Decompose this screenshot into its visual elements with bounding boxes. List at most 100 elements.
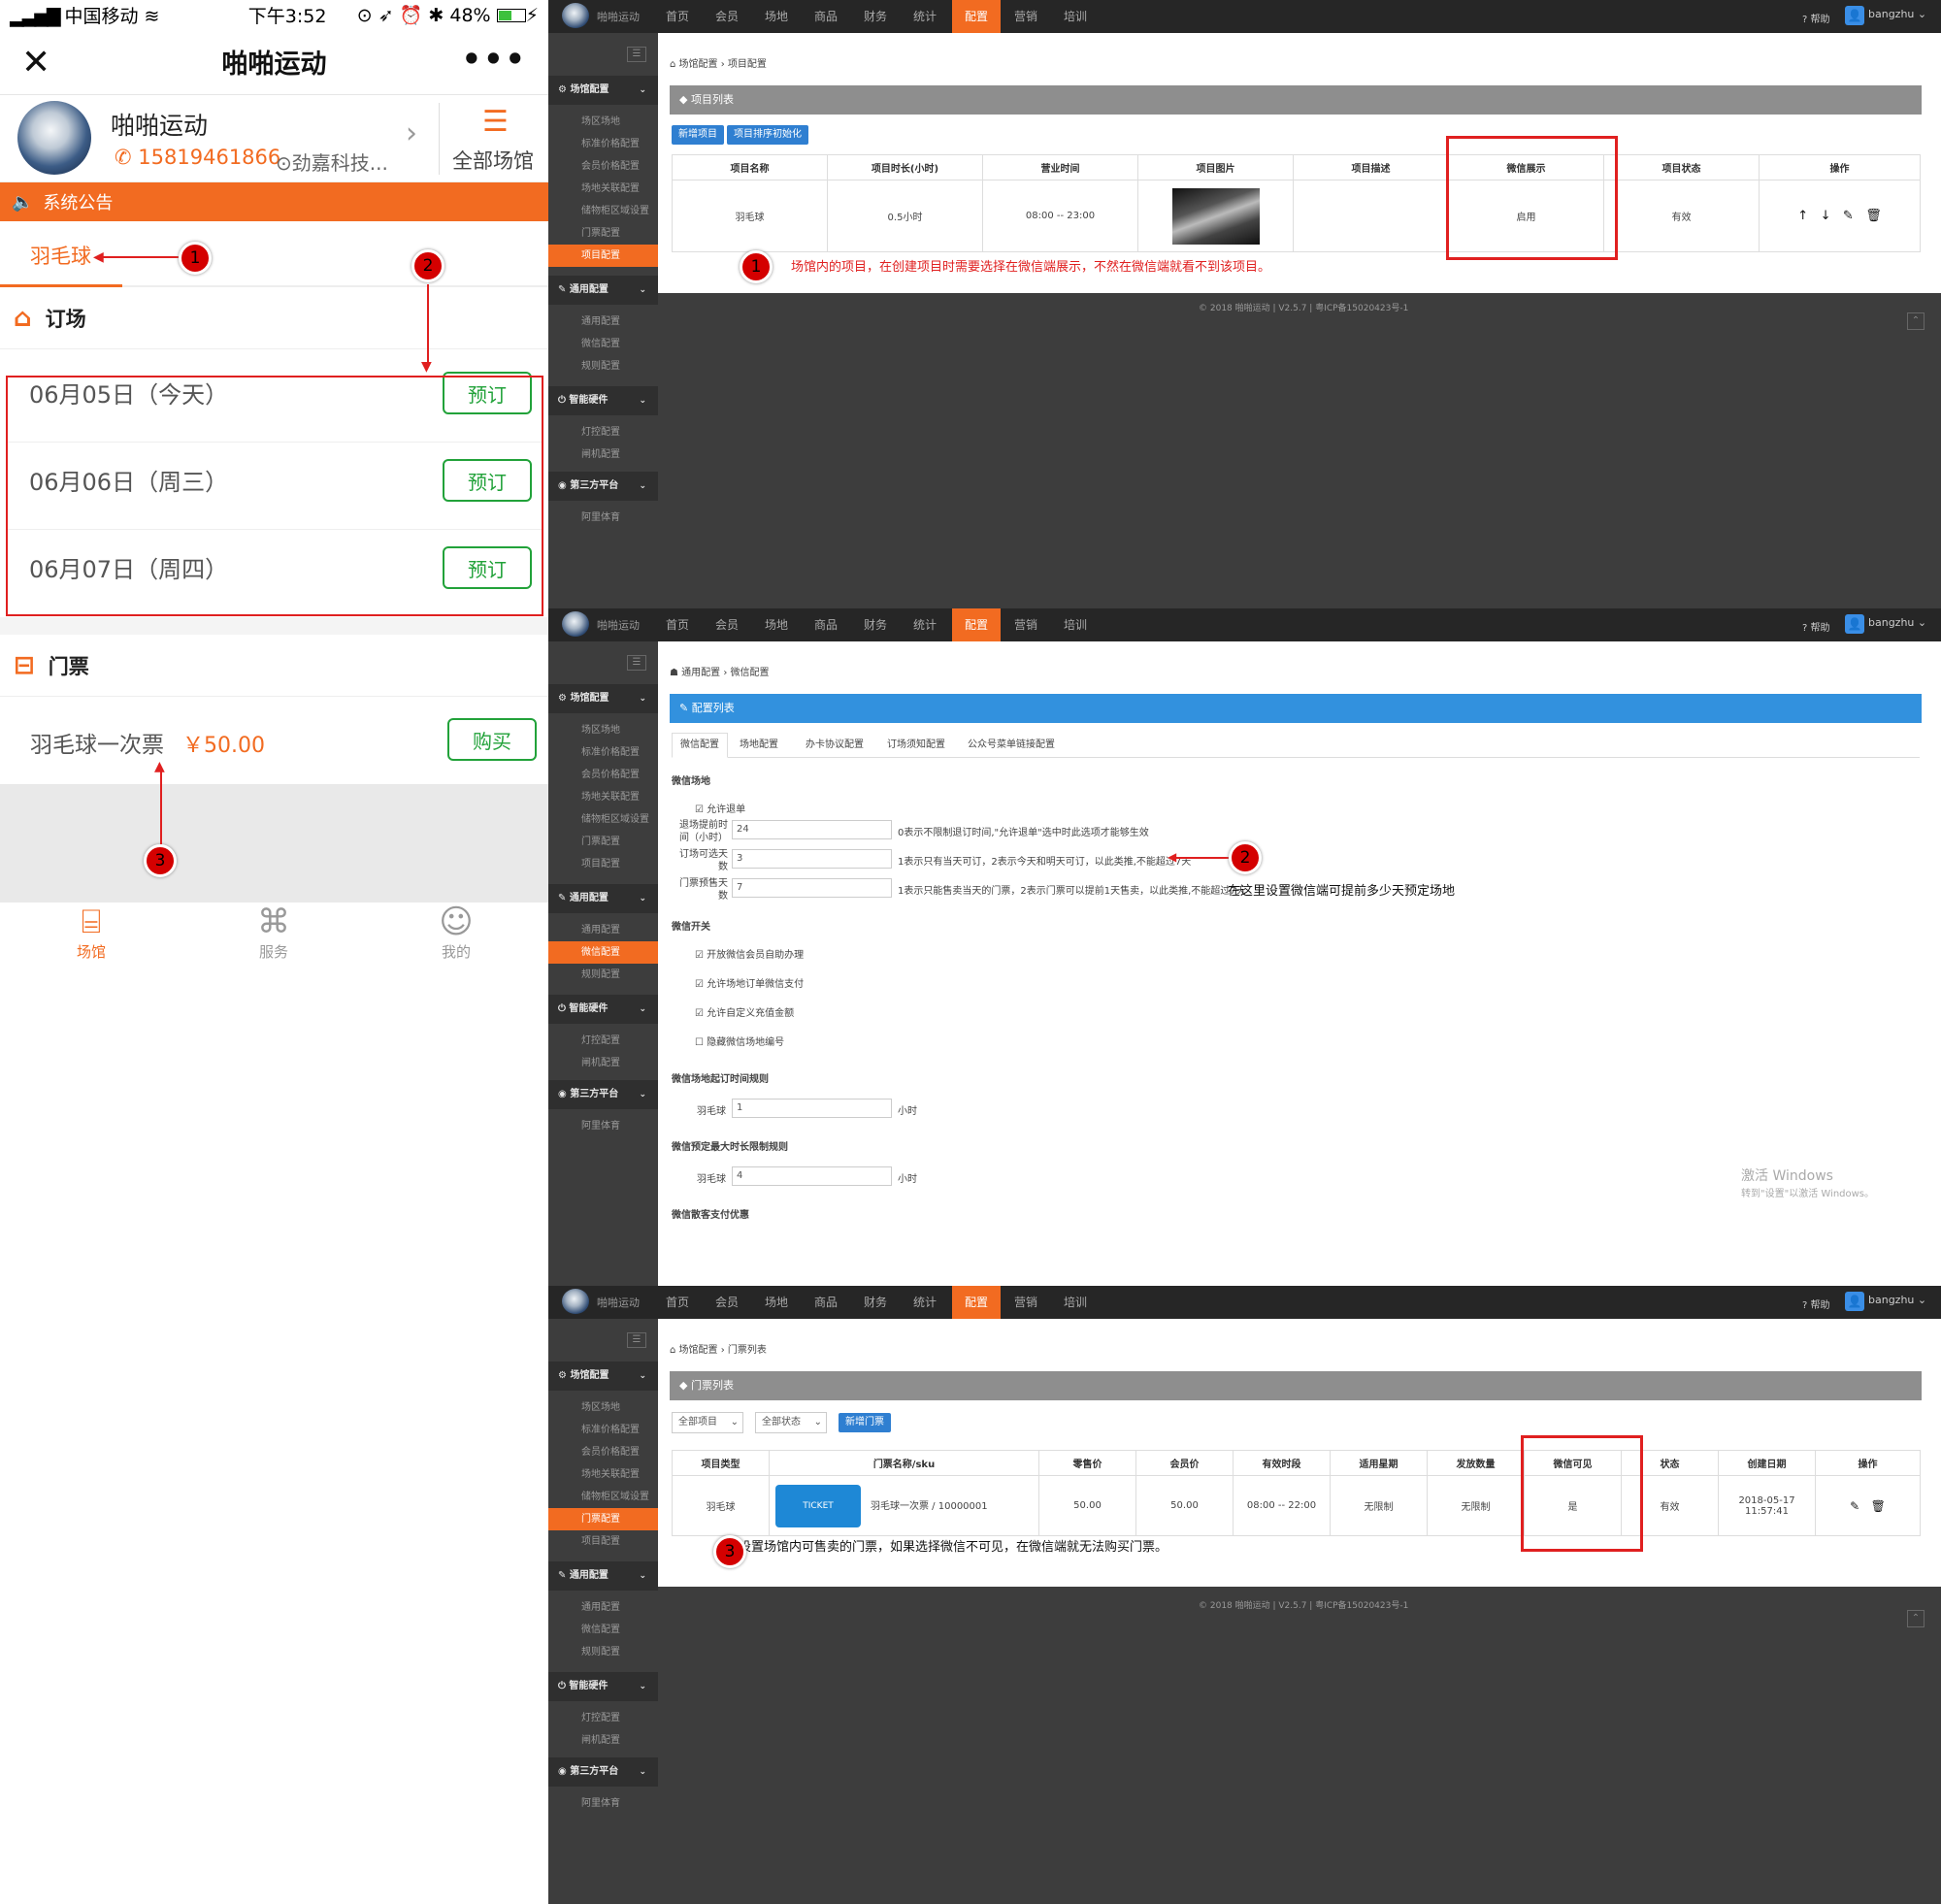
nav-member[interactable]: 会员 — [703, 1286, 751, 1319]
min-booking-hours-input[interactable]: 1 — [732, 1099, 892, 1118]
user-menu[interactable]: bangzhu ⌄ — [1868, 1294, 1926, 1306]
sidebar-group[interactable]: ✎ 通用配置 ⌄ — [548, 276, 658, 305]
nav-config[interactable]: 配置 — [952, 1286, 1001, 1319]
nav-field[interactable]: 场地 — [752, 0, 801, 33]
nav-goods[interactable]: 商品 — [802, 1286, 850, 1319]
nav-config[interactable]: 配置 — [952, 0, 1001, 33]
sidebar-item[interactable]: 场地关联配置 — [548, 786, 658, 808]
sidebar-item[interactable]: 储物柜区域设置 — [548, 1486, 658, 1508]
sidebar-item[interactable]: 储物柜区域设置 — [548, 200, 658, 222]
all-venues-link[interactable]: 全部场馆 — [452, 146, 534, 175]
close-icon[interactable]: ✕ — [21, 43, 50, 82]
sidebar-item[interactable]: 闸机配置 — [548, 1729, 658, 1752]
scroll-top-icon[interactable]: ⌃ — [1907, 1610, 1925, 1627]
sidebar-item[interactable]: 阿里体育 — [548, 1792, 658, 1815]
sidebar-item[interactable]: 场地关联配置 — [548, 1463, 658, 1486]
buy-button[interactable]: 购买 — [447, 718, 537, 761]
sidebar-group[interactable]: ⏻ 智能硬件 ⌄ — [548, 995, 658, 1024]
help-link[interactable]: ? 帮助 — [1802, 1297, 1830, 1311]
move-up-icon[interactable]: ↑ — [1797, 209, 1808, 223]
sidebar-item[interactable]: 微信配置 — [548, 941, 658, 964]
tab-booking-notice[interactable]: 订场须知配置 — [887, 733, 945, 758]
nav-home[interactable]: 首页 — [653, 0, 702, 33]
venue-header[interactable]: 啪啪运动 ✆ 15819461866 ⊙劲嘉科技... › ☰ 全部场馆 — [0, 95, 548, 182]
nav-finance[interactable]: 财务 — [851, 608, 900, 641]
nav-goods[interactable]: 商品 — [802, 0, 850, 33]
sidebar-item[interactable]: 通用配置 — [548, 919, 658, 941]
sidebar-item[interactable]: 闸机配置 — [548, 1052, 658, 1074]
sidebar-item[interactable]: 门票配置 — [548, 831, 658, 853]
sidebar-item[interactable]: 规则配置 — [548, 355, 658, 378]
reset-order-button[interactable]: 项目排序初始化 — [727, 125, 808, 145]
sidebar-item[interactable]: 规则配置 — [548, 1641, 658, 1663]
nav-stats[interactable]: 统计 — [901, 0, 949, 33]
sidebar-toggle-icon[interactable]: ☰ — [627, 47, 646, 62]
switch-checkbox[interactable]: ☑ 开放微信会员自助办理 — [695, 946, 804, 961]
nav-field[interactable]: 场地 — [752, 1286, 801, 1319]
sidebar-group[interactable]: ◉ 第三方平台 ⌄ — [548, 1757, 658, 1787]
switch-checkbox[interactable]: ☑ 允许自定义充值金额 — [695, 1004, 794, 1019]
sidebar-item[interactable]: 会员价格配置 — [548, 155, 658, 178]
nav-home[interactable]: 首页 — [653, 608, 702, 641]
trash-icon[interactable]: 🗑 — [1871, 1499, 1886, 1513]
venue-phone[interactable]: ✆ 15819461866 — [115, 146, 280, 169]
sidebar-group[interactable]: ◉ 第三方平台 ⌄ — [548, 472, 658, 501]
sidebar-item[interactable]: 微信配置 — [548, 333, 658, 355]
edit-icon[interactable]: ✎ — [1850, 1499, 1859, 1513]
max-booking-hours-input[interactable]: 4 — [732, 1166, 892, 1186]
nav-training[interactable]: 培训 — [1051, 1286, 1100, 1319]
ticket-presale-days-input[interactable]: 7 — [732, 878, 892, 898]
nav-marketing[interactable]: 营销 — [1002, 608, 1050, 641]
sidebar-item[interactable]: 微信配置 — [548, 1619, 658, 1641]
sidebar-group[interactable]: ⚙ 场馆配置 ⌄ — [548, 76, 658, 105]
sidebar-item[interactable]: 门票配置 — [548, 222, 658, 245]
project-filter-select[interactable]: 全部项目 ⌄ — [672, 1412, 743, 1433]
sidebar-group[interactable]: ⚙ 场馆配置 ⌄ — [548, 1362, 658, 1391]
edit-icon[interactable]: ✎ — [1843, 209, 1854, 223]
help-link[interactable]: ? 帮助 — [1802, 619, 1830, 634]
sidebar-item[interactable]: 标准价格配置 — [548, 741, 658, 764]
sidebar-item[interactable]: 项目配置 — [548, 1530, 658, 1553]
nav-stats[interactable]: 统计 — [901, 1286, 949, 1319]
sidebar-item[interactable]: 门票配置 — [548, 1508, 658, 1530]
nav-marketing[interactable]: 营销 — [1002, 1286, 1050, 1319]
sidebar-toggle-icon[interactable]: ☰ — [627, 655, 646, 671]
sidebar-item[interactable]: 场地关联配置 — [548, 178, 658, 200]
nav-marketing[interactable]: 营销 — [1002, 0, 1050, 33]
help-link[interactable]: ? 帮助 — [1802, 11, 1830, 25]
nav-training[interactable]: 培训 — [1051, 0, 1100, 33]
nav-finance[interactable]: 财务 — [851, 1286, 900, 1319]
sidebar-item[interactable]: 灯控配置 — [548, 1030, 658, 1052]
sidebar-toggle-icon[interactable]: ☰ — [627, 1332, 646, 1348]
tab-service[interactable]: ⌘ 服务 — [215, 903, 332, 962]
sidebar-item[interactable]: 阿里体育 — [548, 507, 658, 529]
sidebar-item[interactable]: 通用配置 — [548, 1596, 658, 1619]
scroll-top-icon[interactable]: ⌃ — [1907, 312, 1925, 330]
tab-badminton[interactable]: 羽毛球 — [30, 241, 91, 270]
switch-checkbox[interactable]: ☐ 隐藏微信场地编号 — [695, 1034, 784, 1048]
sidebar-item[interactable]: 灯控配置 — [548, 421, 658, 443]
chevron-right-icon[interactable]: › — [406, 116, 417, 150]
sidebar-group[interactable]: ◉ 第三方平台 ⌄ — [548, 1080, 658, 1109]
sidebar-group[interactable]: ✎ 通用配置 ⌄ — [548, 1561, 658, 1591]
sidebar-group[interactable]: ✎ 通用配置 ⌄ — [548, 884, 658, 913]
tab-card-agreement[interactable]: 办卡协议配置 — [806, 733, 864, 758]
sidebar-item[interactable]: 会员价格配置 — [548, 1441, 658, 1463]
booking-days-input[interactable]: 3 — [732, 849, 892, 869]
notice-bar[interactable]: 🔈 系统公告 — [0, 182, 548, 221]
nav-finance[interactable]: 财务 — [851, 0, 900, 33]
nav-stats[interactable]: 统计 — [901, 608, 949, 641]
refund-hours-input[interactable]: 24 — [732, 820, 892, 839]
tab-venue[interactable]: ⌸ 场馆 — [33, 903, 149, 962]
sidebar-item[interactable]: 场区场地 — [548, 111, 658, 133]
sidebar-item[interactable]: 会员价格配置 — [548, 764, 658, 786]
switch-checkbox[interactable]: ☑ 允许场地订单微信支付 — [695, 975, 804, 990]
sidebar-item[interactable]: 通用配置 — [548, 311, 658, 333]
tab-mine[interactable]: ☺ 我的 — [398, 903, 514, 962]
nav-training[interactable]: 培训 — [1051, 608, 1100, 641]
move-down-icon[interactable]: ↓ — [1821, 209, 1831, 223]
tab-wechat-config[interactable]: 微信配置 — [672, 733, 728, 758]
nav-config[interactable]: 配置 — [952, 608, 1001, 641]
sidebar-item[interactable]: 储物柜区域设置 — [548, 808, 658, 831]
sidebar-group[interactable]: ⏻ 智能硬件 ⌄ — [548, 386, 658, 415]
